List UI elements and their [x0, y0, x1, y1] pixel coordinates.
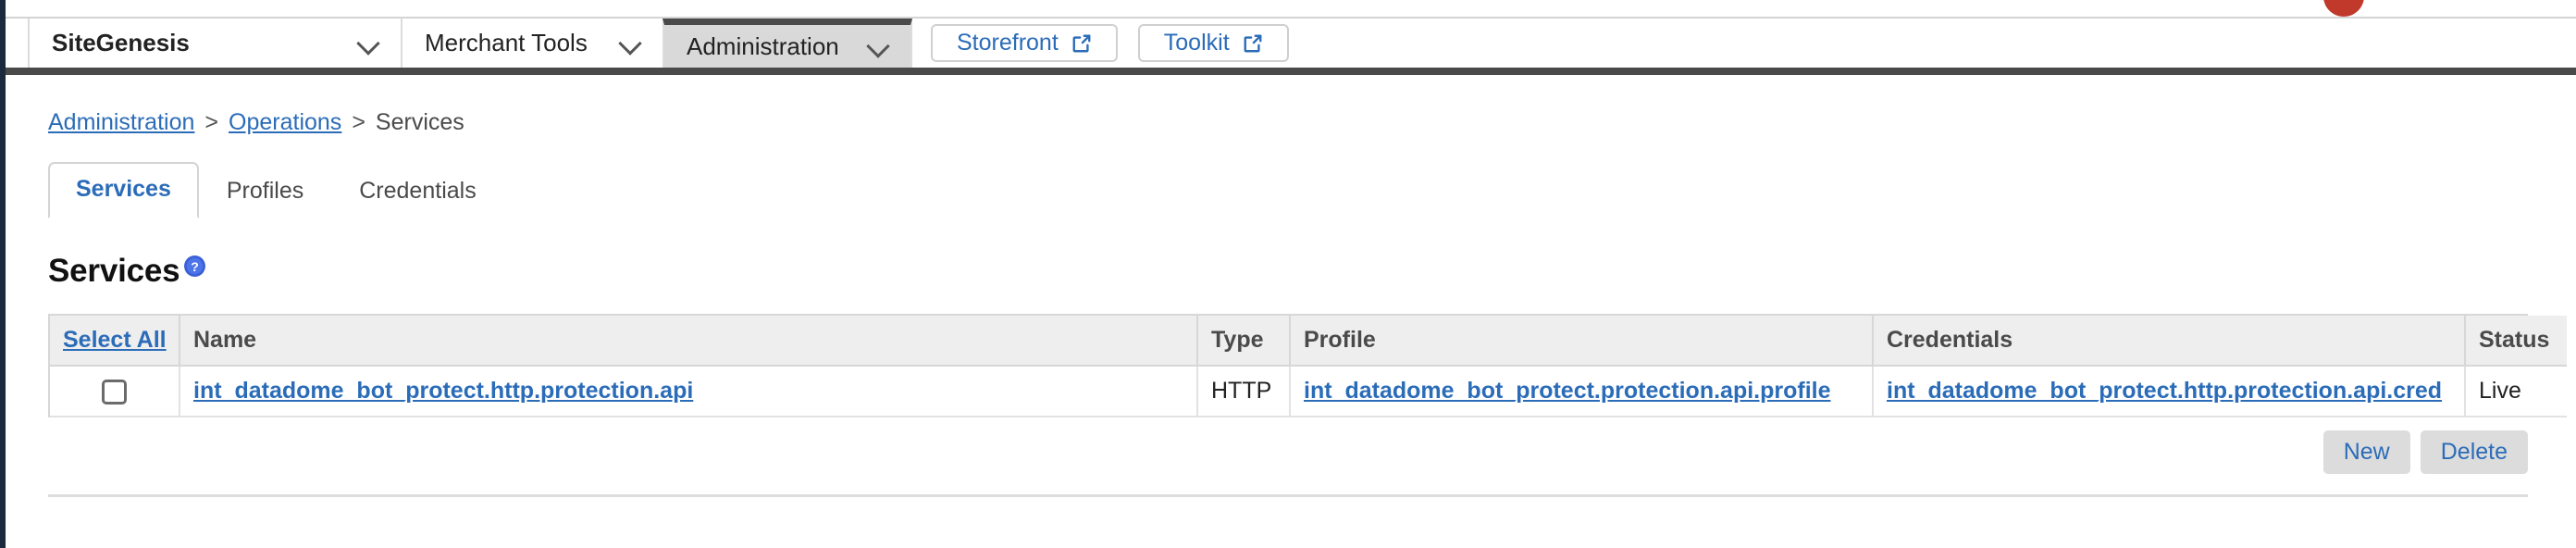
column-header-status: Status: [2465, 316, 2567, 367]
svg-text:?: ?: [192, 259, 200, 274]
tab-credentials[interactable]: Credentials: [331, 164, 503, 218]
nav-item-sitegenesis-label: SiteGenesis: [52, 29, 190, 56]
services-table-body: int_datadome_bot_protect.http.protection…: [50, 366, 2567, 417]
nav-item-merchant-tools-label: Merchant Tools: [425, 29, 588, 56]
nav-item-administration[interactable]: Administration: [663, 19, 912, 68]
tab-bar: Services Profiles Credentials: [48, 162, 2576, 218]
nav-external-buttons: Storefront Toolkit: [910, 19, 1289, 68]
notification-badge-partial: [2323, 0, 2364, 17]
tab-services-label: Services: [76, 176, 171, 202]
storefront-button[interactable]: Storefront: [931, 24, 1118, 62]
row-checkbox[interactable]: [102, 379, 127, 405]
tab-profiles[interactable]: Profiles: [199, 164, 331, 218]
chevron-down-icon: [620, 33, 640, 54]
top-navigation-bar: SiteGenesis Merchant Tools Administratio…: [0, 17, 2576, 68]
row-credentials-cell: int_datadome_bot_protect.http.protection…: [1873, 366, 2466, 417]
new-button[interactable]: New: [2322, 430, 2410, 474]
toolkit-button[interactable]: Toolkit: [1137, 24, 1289, 62]
external-link-icon: [1071, 33, 1092, 54]
left-edge-strip: [0, 0, 6, 548]
breadcrumb-item-administration[interactable]: Administration: [48, 109, 194, 136]
page-title-row: Services ?: [48, 253, 2576, 290]
services-table: Select All Name Type Profile Credentials…: [50, 316, 2567, 417]
breadcrumb-separator: >: [352, 109, 365, 135]
nav-item-administration-label: Administration: [687, 31, 839, 60]
services-table-head: Select All Name Type Profile Credentials…: [50, 316, 2567, 367]
column-header-select-all: Select All: [50, 316, 180, 367]
services-table-container: Select All Name Type Profile Credentials…: [48, 314, 2567, 417]
row-select-cell: [50, 366, 180, 417]
page-content: Administration > Operations > Services S…: [0, 75, 2576, 497]
breadcrumb-separator: >: [204, 109, 219, 135]
row-profile-cell: int_datadome_bot_protect.protection.api.…: [1290, 366, 1874, 417]
breadcrumb: Administration > Operations > Services: [48, 109, 2576, 136]
breadcrumb-item-services: Services: [375, 109, 464, 135]
chevron-down-icon: [358, 33, 378, 54]
service-profile-link[interactable]: int_datadome_bot_protect.protection.api.…: [1304, 378, 1831, 404]
tab-credentials-label: Credentials: [359, 178, 477, 204]
nav-bottom-bar: [0, 68, 2576, 75]
table-actions: New Delete: [48, 430, 2528, 474]
nav-item-sitegenesis[interactable]: SiteGenesis: [28, 19, 402, 68]
service-credentials-link[interactable]: int_datadome_bot_protect.http.protection…: [1887, 378, 2442, 404]
row-type-cell: HTTP: [1197, 366, 1291, 417]
select-all-link[interactable]: Select All: [63, 327, 167, 353]
table-row: int_datadome_bot_protect.http.protection…: [50, 366, 2567, 417]
toolkit-button-label: Toolkit: [1163, 30, 1230, 56]
column-header-credentials: Credentials: [1873, 316, 2466, 367]
nav-item-merchant-tools[interactable]: Merchant Tools: [401, 19, 664, 68]
chevron-down-icon: [868, 36, 888, 56]
external-link-icon: [1243, 33, 1263, 54]
service-name-link[interactable]: int_datadome_bot_protect.http.protection…: [193, 378, 693, 404]
page-title: Services: [48, 253, 180, 289]
admin-page: SiteGenesis Merchant Tools Administratio…: [0, 0, 2576, 548]
tab-profiles-label: Profiles: [226, 178, 304, 204]
delete-button[interactable]: Delete: [2420, 430, 2528, 474]
column-header-name: Name: [180, 316, 1198, 367]
storefront-button-label: Storefront: [957, 30, 1059, 56]
column-header-type: Type: [1197, 316, 1291, 367]
tab-services[interactable]: Services: [48, 162, 199, 218]
table-header-row: Select All Name Type Profile Credentials…: [50, 316, 2567, 367]
breadcrumb-item-operations[interactable]: Operations: [229, 109, 341, 136]
column-header-profile: Profile: [1290, 316, 1874, 367]
help-question-icon[interactable]: ?: [183, 255, 206, 278]
row-status-cell: Live: [2465, 366, 2567, 417]
bottom-divider: [48, 494, 2528, 497]
row-name-cell: int_datadome_bot_protect.http.protection…: [180, 366, 1198, 417]
